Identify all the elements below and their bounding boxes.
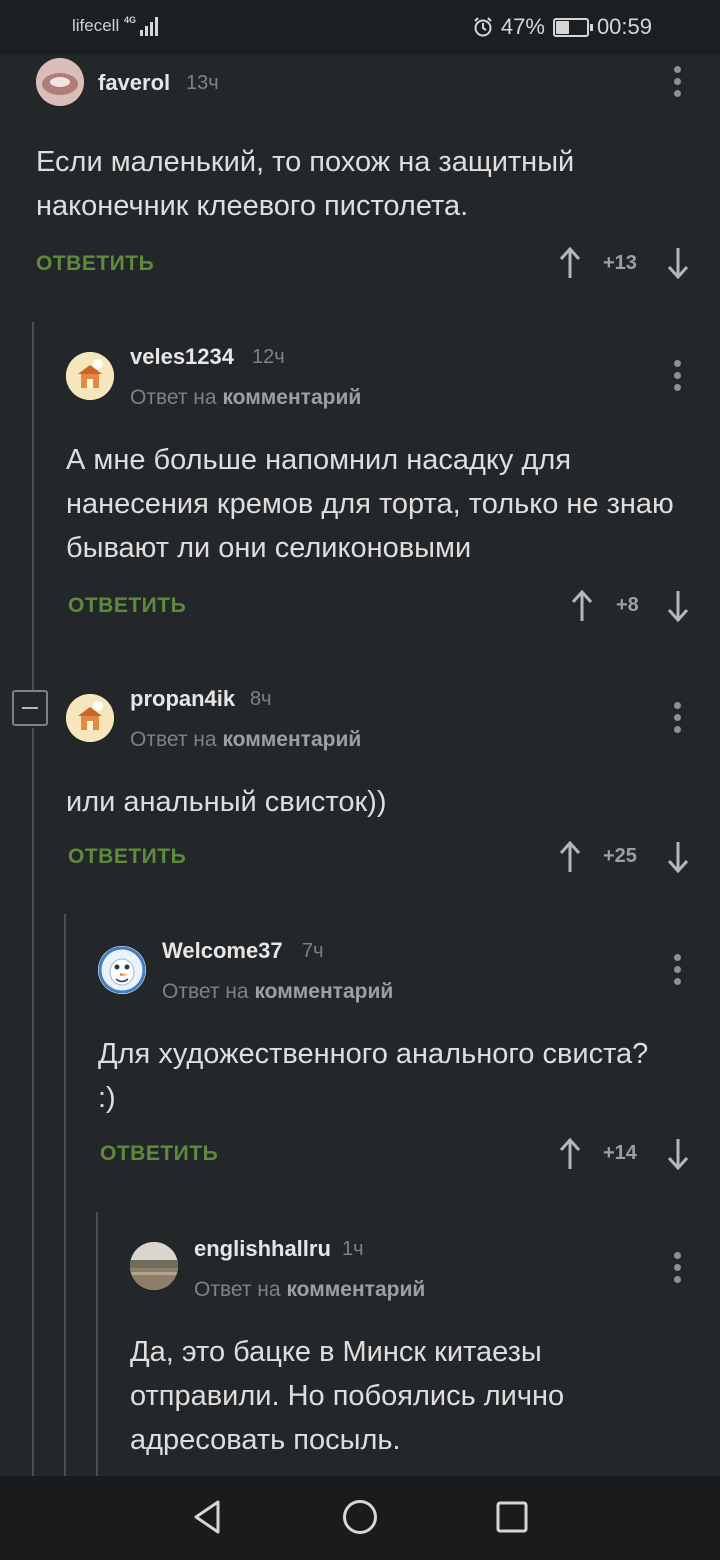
comment-text: Да, это бацке в Минск китаезы отправили.… (130, 1336, 565, 1456)
collapse-thread-button[interactable] (12, 690, 48, 726)
downvote-arrow-icon[interactable] (666, 840, 690, 874)
comment-score: +13 (603, 252, 637, 274)
comment-time: 13ч (186, 72, 219, 94)
recent-apps-icon[interactable] (495, 1498, 529, 1536)
battery-icon (552, 17, 593, 37)
downvote-arrow-icon[interactable] (666, 1137, 690, 1171)
clock: 00:59 (596, 14, 652, 39)
network-type: 4G (124, 15, 136, 25)
reply-button[interactable]: ОТВЕТИТЬ (68, 845, 186, 869)
reply-to-link[interactable]: Ответ на комментарий (194, 1278, 425, 1302)
upvote-arrow-icon[interactable] (558, 1137, 582, 1171)
more-options-icon[interactable] (674, 702, 682, 738)
upvote-arrow-icon[interactable] (570, 589, 594, 623)
downvote-arrow-icon[interactable] (666, 589, 690, 623)
author-name[interactable]: faverol (98, 70, 170, 96)
reply-to-prefix: Ответ на (130, 728, 217, 751)
reply-to-target[interactable]: комментарий (222, 728, 361, 751)
comment-time: 12ч (252, 346, 285, 368)
comment-time: 7ч (302, 940, 324, 962)
reply-to-link[interactable]: Ответ на комментарий (130, 728, 361, 752)
signal-icon: 4G (124, 14, 160, 44)
home-icon[interactable] (341, 1498, 379, 1536)
navigation-bar (0, 1476, 720, 1560)
more-options-icon[interactable] (674, 954, 682, 990)
downvote-arrow-icon[interactable] (666, 246, 690, 280)
reply-to-prefix: Ответ на (162, 980, 249, 1003)
comment-score: +14 (603, 1142, 637, 1164)
reply-to-target[interactable]: комментарий (254, 980, 393, 1003)
alarm-icon (474, 17, 492, 37)
avatar[interactable] (66, 694, 114, 742)
avatar[interactable] (98, 946, 146, 994)
avatar[interactable] (130, 1242, 178, 1290)
thread-line-level-2 (64, 914, 66, 1476)
carrier-name: lifecell (72, 16, 120, 35)
reply-button[interactable]: ОТВЕТИТЬ (100, 1142, 218, 1166)
comment-time: 8ч (250, 688, 272, 710)
more-options-icon[interactable] (674, 360, 682, 396)
comment-score: +25 (603, 845, 637, 867)
reply-to-target[interactable]: комментарий (222, 386, 361, 409)
comment-time: 1ч (342, 1238, 364, 1260)
reply-button[interactable]: ОТВЕТИТЬ (36, 252, 154, 276)
avatar[interactable] (36, 58, 84, 106)
upvote-arrow-icon[interactable] (558, 246, 582, 280)
status-right: 47% 00:59 (473, 14, 652, 40)
reply-to-link[interactable]: Ответ на комментарий (130, 386, 361, 410)
battery-percent: 47% (500, 14, 545, 39)
reply-to-prefix: Ответ на (194, 1278, 281, 1301)
reply-to-prefix: Ответ на (130, 386, 217, 409)
back-icon[interactable] (190, 1498, 224, 1536)
avatar[interactable] (66, 352, 114, 400)
author-name[interactable]: propan4ik (130, 686, 235, 712)
reply-to-link[interactable]: Ответ на комментарий (162, 980, 393, 1004)
comment-text: А мне больше напомнил насадку для нанесе… (66, 444, 674, 564)
comment-score: +8 (616, 594, 639, 616)
author-name[interactable]: englishhallru (194, 1236, 331, 1262)
comment-text: или анальный свисток)) (66, 786, 387, 818)
author-name[interactable]: Welcome37 (162, 938, 283, 964)
more-options-icon[interactable] (674, 66, 682, 102)
thread-line-level-1 (32, 728, 34, 1476)
upvote-arrow-icon[interactable] (558, 840, 582, 874)
thread-line-level-1 (32, 322, 34, 690)
more-options-icon[interactable] (674, 1252, 682, 1288)
thread-line-level-3 (96, 1212, 98, 1476)
status-bar: lifecell 4G 47% 00:59 (0, 0, 720, 54)
comment-text: Если маленький, то похож на защитный нак… (36, 146, 575, 222)
reply-to-target[interactable]: комментарий (286, 1278, 425, 1301)
comment-text: Для художественного анального свиста? :) (98, 1038, 649, 1114)
author-name[interactable]: veles1234 (130, 344, 234, 370)
reply-button[interactable]: ОТВЕТИТЬ (68, 594, 186, 618)
